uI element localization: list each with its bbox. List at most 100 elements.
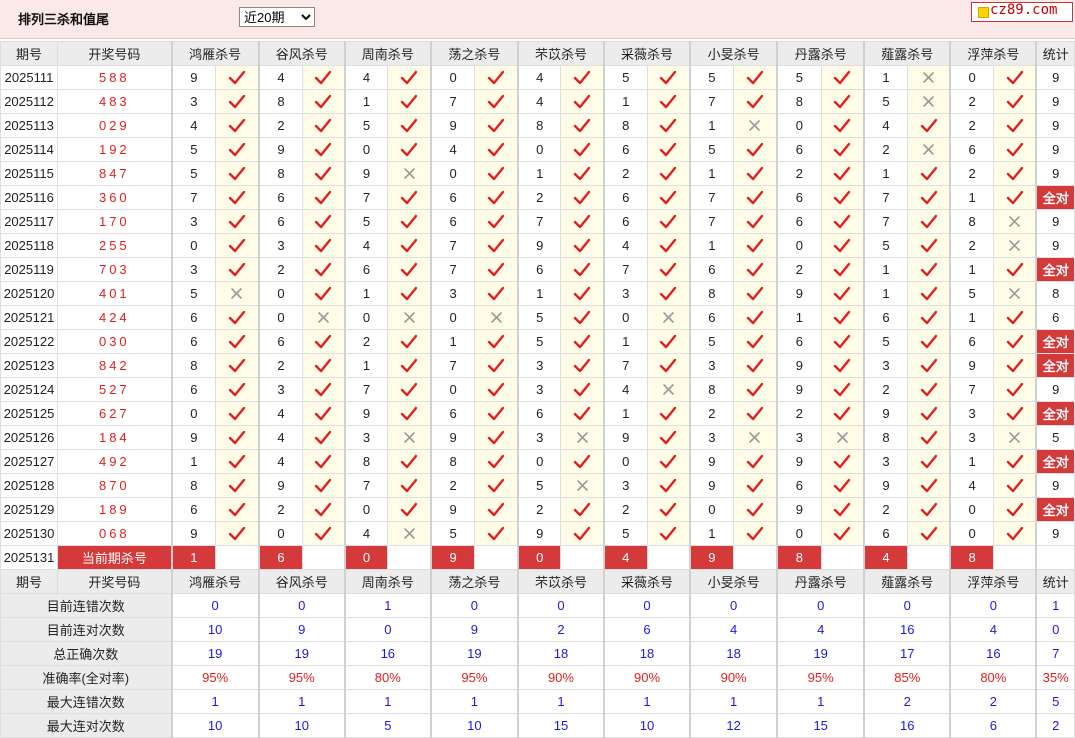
summary-value: 0 <box>602 593 691 618</box>
check-icon <box>732 209 778 234</box>
stat-cell: 9 <box>1035 65 1075 90</box>
table-row: 2025120 401 5 0 1 3 1 3 8 9 1 5 8 <box>0 281 1075 306</box>
kill-number: 6 <box>257 209 304 234</box>
check-icon <box>646 209 691 234</box>
check-icon <box>560 497 605 522</box>
col-expert-5: 采薇杀号 <box>602 41 691 66</box>
summary-label: 最大连错次数 <box>0 689 173 714</box>
kill-number: 9 <box>949 353 994 378</box>
check-icon <box>215 185 260 210</box>
summary-value: 0 <box>429 593 519 618</box>
check-icon <box>560 281 605 306</box>
check-icon <box>474 185 519 210</box>
kill-number: 2 <box>257 497 304 522</box>
check-icon <box>906 209 951 234</box>
summary-value: 12 <box>689 713 778 738</box>
all-correct-badge: 全对 <box>1035 497 1075 522</box>
cross-icon <box>906 65 951 90</box>
draw-number: 527 <box>57 377 173 402</box>
period-cell: 2025112 <box>0 89 59 114</box>
check-icon <box>906 425 951 450</box>
check-icon <box>820 473 865 498</box>
kill-number: 5 <box>516 473 562 498</box>
check-icon <box>474 257 519 282</box>
check-icon <box>820 233 865 258</box>
kill-number: 0 <box>949 497 994 522</box>
cross-icon <box>906 137 951 162</box>
cross-icon <box>646 377 691 402</box>
current-kill-number: 0 <box>516 545 562 570</box>
summary-row: 总正确次数 19 19 16 19 18 18 18 19 17 16 7 <box>0 641 1075 666</box>
kill-number: 7 <box>343 377 389 402</box>
kill-number: 4 <box>257 425 304 450</box>
summary-value: 4 <box>689 617 778 642</box>
check-icon <box>646 353 691 378</box>
col-expert-9: 浮萍杀号 <box>949 569 1037 594</box>
current-kill-number: 0 <box>343 545 389 570</box>
kill-number: 6 <box>429 185 476 210</box>
check-icon <box>387 113 432 138</box>
col-expert-2: 周南杀号 <box>343 569 432 594</box>
blank-cell <box>302 545 346 570</box>
table-row: 2025118 255 0 3 4 7 9 4 1 0 5 2 9 <box>0 233 1075 258</box>
kill-number: 9 <box>602 425 648 450</box>
check-icon <box>992 377 1037 402</box>
kill-number: 6 <box>776 209 822 234</box>
check-icon <box>646 425 691 450</box>
all-correct-badge: 全对 <box>1035 401 1075 426</box>
top-bar: 排列三杀和值尾 近20期 cz89.com <box>0 0 1075 39</box>
kill-number: 3 <box>170 209 217 234</box>
kill-number: 3 <box>343 425 389 450</box>
kill-number: 9 <box>257 473 304 498</box>
kill-number: 6 <box>170 329 217 354</box>
period-cell: 2025125 <box>0 401 59 426</box>
kill-number: 9 <box>776 449 822 474</box>
summary-value: 95% <box>170 665 260 690</box>
summary-value: 80% <box>949 665 1037 690</box>
kill-number: 5 <box>516 305 562 330</box>
check-icon <box>820 281 865 306</box>
check-icon <box>560 89 605 114</box>
check-icon <box>560 257 605 282</box>
kill-number: 3 <box>602 473 648 498</box>
check-icon <box>387 233 432 258</box>
kill-number: 8 <box>689 377 734 402</box>
kill-number: 1 <box>602 401 648 426</box>
check-icon <box>215 425 260 450</box>
period-select[interactable]: 近20期 <box>239 7 315 27</box>
table-row: 2025112 483 3 8 1 7 4 1 7 8 5 2 9 <box>0 89 1075 114</box>
table-row: 2025119 703 3 2 6 7 6 7 6 2 1 1 全对 <box>0 257 1075 282</box>
check-icon <box>302 209 346 234</box>
period-cell: 2025119 <box>0 257 59 282</box>
blank-cell <box>474 545 519 570</box>
check-icon <box>560 377 605 402</box>
summary-value: 16 <box>343 641 432 666</box>
kill-number: 6 <box>257 185 304 210</box>
check-icon <box>732 161 778 186</box>
blank-cell <box>646 545 691 570</box>
kill-number: 5 <box>949 281 994 306</box>
site-logo[interactable]: cz89.com <box>971 2 1073 22</box>
kill-number: 0 <box>429 305 476 330</box>
kill-number: 3 <box>170 257 217 282</box>
period-cell: 2025118 <box>0 233 59 258</box>
kill-number: 0 <box>343 305 389 330</box>
stat-cell: 9 <box>1035 377 1075 402</box>
summary-value: 90% <box>689 665 778 690</box>
kill-number: 8 <box>170 353 217 378</box>
kill-number: 8 <box>516 113 562 138</box>
kill-number: 3 <box>776 425 822 450</box>
stat-cell: 9 <box>1035 113 1075 138</box>
kill-number: 9 <box>863 473 908 498</box>
check-icon <box>992 137 1037 162</box>
check-icon <box>302 425 346 450</box>
period-cell: 2025124 <box>0 377 59 402</box>
check-icon <box>560 161 605 186</box>
kill-number: 9 <box>170 425 217 450</box>
kill-number: 4 <box>949 473 994 498</box>
summary-value: 15 <box>516 713 605 738</box>
check-icon <box>215 209 260 234</box>
check-icon <box>992 257 1037 282</box>
summary-value: 0 <box>516 593 605 618</box>
kill-number: 3 <box>257 377 304 402</box>
